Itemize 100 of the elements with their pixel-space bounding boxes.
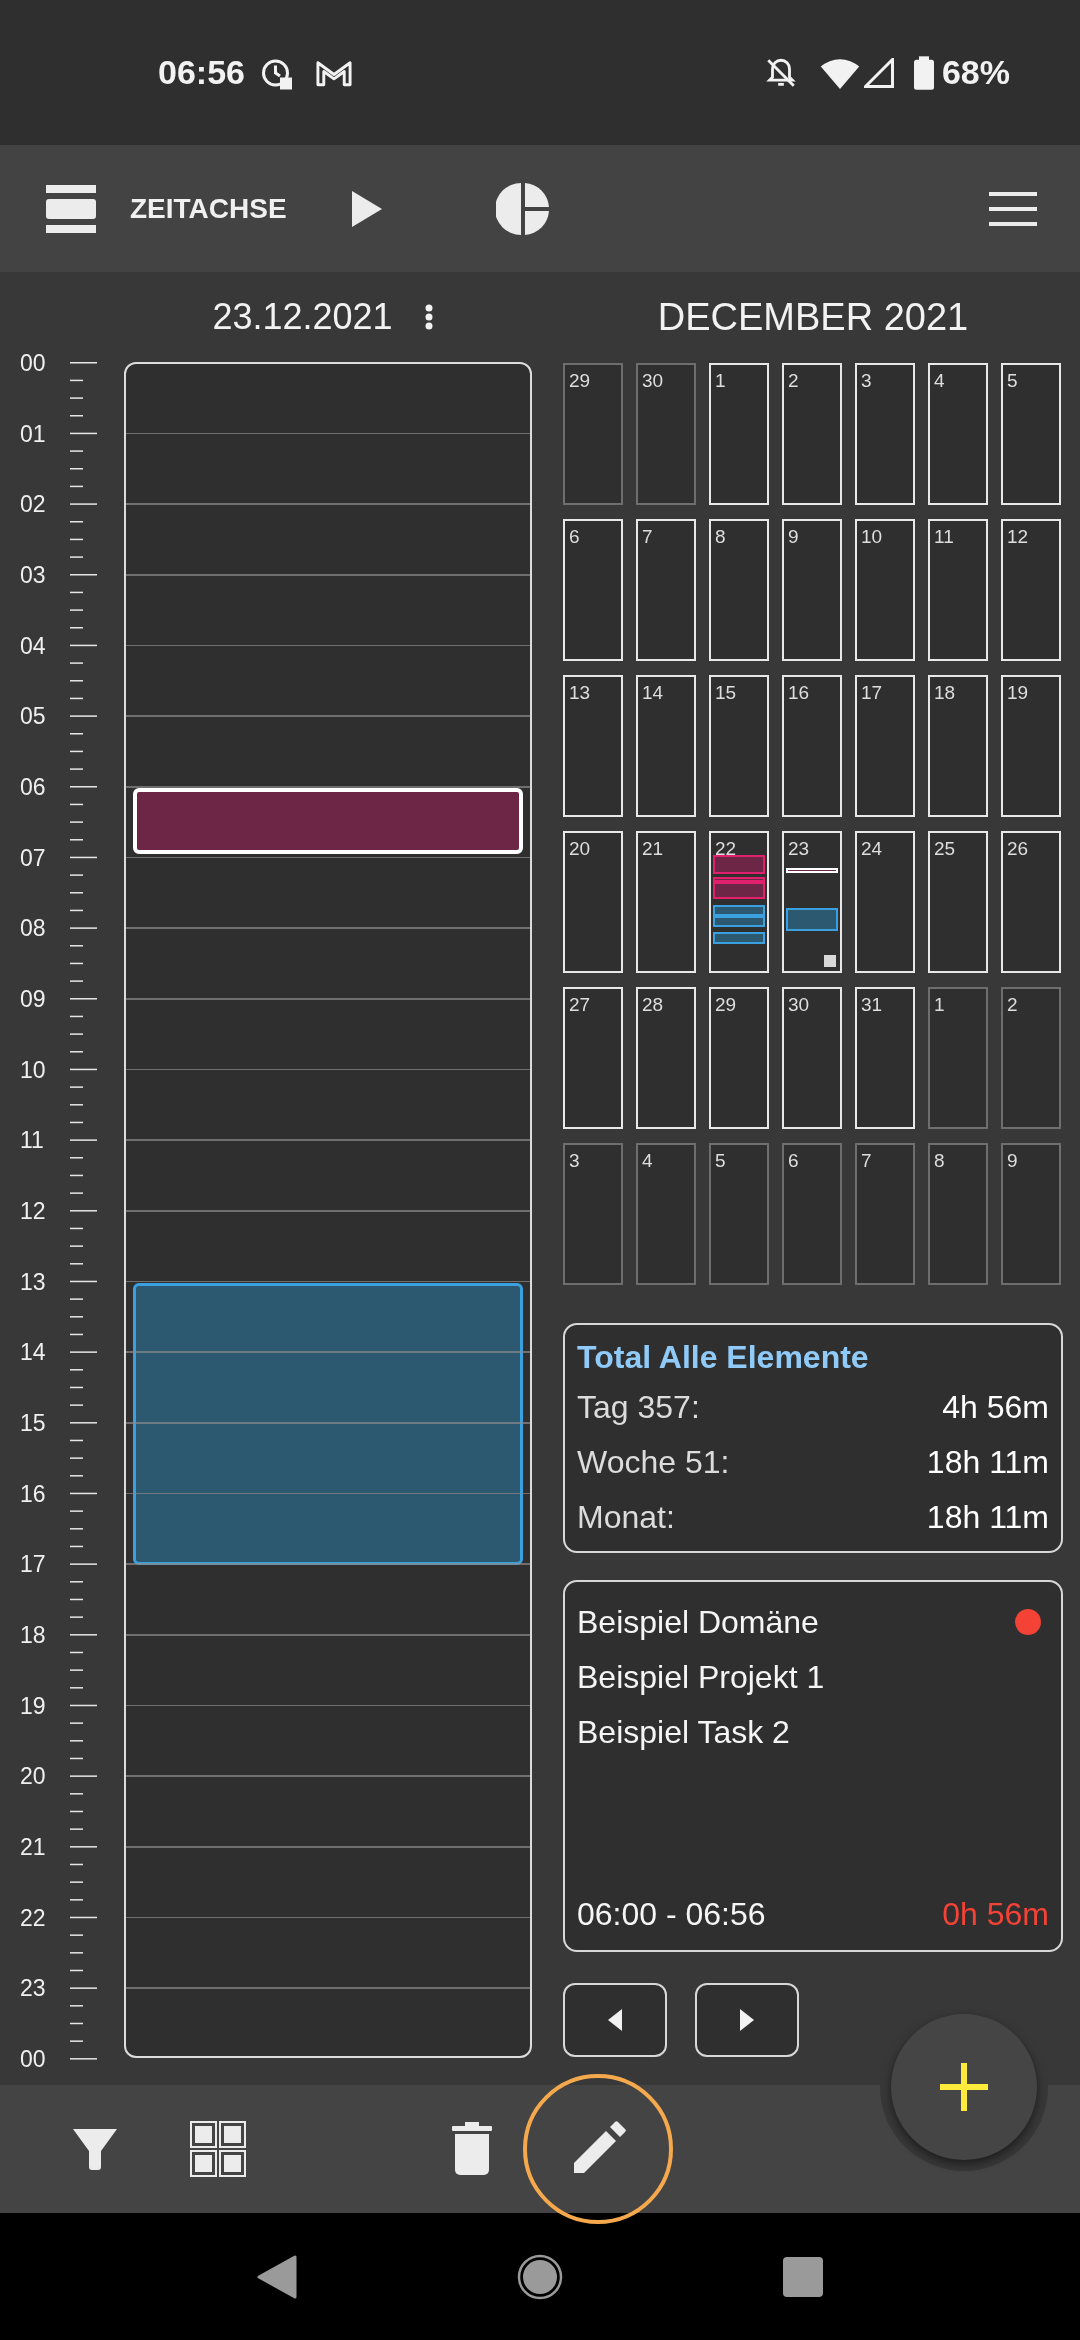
month-title: DECEMBER 2021 <box>657 294 969 340</box>
day-cell[interactable]: 3 <box>855 363 915 505</box>
hour-label: 14 <box>20 1339 46 1366</box>
day-cell[interactable]: 26 <box>1001 831 1061 973</box>
day-cell[interactable]: 24 <box>855 831 915 973</box>
entry-label: Beispiel Task 2 <box>577 1712 790 1752</box>
plus-icon <box>940 2063 988 2111</box>
day-number: 5 <box>715 1149 726 1173</box>
day-cell[interactable]: 5 <box>709 1143 769 1285</box>
day-number: 15 <box>715 681 737 705</box>
day-cell[interactable]: 7 <box>636 519 696 661</box>
day-number: 17 <box>861 681 883 705</box>
back-icon[interactable] <box>257 2254 297 2299</box>
day-cell[interactable]: 14 <box>636 675 696 817</box>
day-cell[interactable]: 15 <box>709 675 769 817</box>
home-icon[interactable] <box>517 2253 563 2300</box>
day-number: 2 <box>1007 993 1018 1017</box>
day-cell[interactable]: 7 <box>855 1143 915 1285</box>
hour-label: 05 <box>20 703 46 730</box>
day-cell[interactable]: 17 <box>855 675 915 817</box>
day-cell[interactable]: 21 <box>636 831 696 973</box>
clock-time: 06:56 <box>158 52 245 93</box>
day-cell[interactable]: 4 <box>636 1143 696 1285</box>
day-cell[interactable]: 29 <box>563 363 623 505</box>
day-number: 19 <box>1007 681 1029 705</box>
entry-card[interactable]: Beispiel Domäne Beispiel Projekt 1 Beispiel Task 2 06:00 - 06:56 0h 56m <box>563 1580 1063 1952</box>
hour-label: 11 <box>20 1127 44 1154</box>
day-cell[interactable]: 30 <box>636 363 696 505</box>
entry-label: Beispiel Projekt 1 <box>577 1657 825 1697</box>
day-cell[interactable]: 31 <box>855 987 915 1129</box>
day-number: 20 <box>569 837 591 861</box>
next-button[interactable] <box>695 1983 799 2057</box>
day-cell[interactable]: 19 <box>1001 675 1061 817</box>
battery-percent: 68% <box>941 52 1010 93</box>
entry-time-range: 06:00 - 06:56 <box>577 1895 766 1934</box>
day-cell[interactable]: 8 <box>709 519 769 661</box>
day-number: 8 <box>715 525 726 549</box>
day-number: 24 <box>861 837 883 861</box>
day-cell[interactable]: 25 <box>928 831 988 973</box>
hour-label: 04 <box>20 632 46 659</box>
day-number: 5 <box>1007 369 1018 393</box>
play-icon <box>351 190 382 227</box>
day-number: 10 <box>861 525 883 549</box>
recents-icon[interactable] <box>783 2256 823 2297</box>
day-number: 21 <box>642 837 664 861</box>
day-cell[interactable]: 13 <box>563 675 623 817</box>
day-cell[interactable]: 16 <box>782 675 842 817</box>
day-cell[interactable]: 3 <box>563 1143 623 1285</box>
hour-label: 20 <box>20 1763 46 1790</box>
hour-label: 21 <box>20 1834 46 1861</box>
day-number: 29 <box>569 369 591 393</box>
day-cell[interactable]: 6 <box>563 519 623 661</box>
battery-icon <box>913 55 934 90</box>
signal-icon <box>863 57 894 88</box>
more-options-icon[interactable] <box>424 304 433 330</box>
hour-label: 16 <box>20 1480 46 1507</box>
day-cell[interactable]: 2 <box>1001 987 1061 1129</box>
period-duration: 18h 11m <box>926 1442 1049 1482</box>
day-cell[interactable]: 18 <box>928 675 988 817</box>
day-cell[interactable]: 10 <box>855 519 915 661</box>
day-number: 31 <box>861 993 883 1017</box>
day-number: 12 <box>1007 525 1029 549</box>
hour-label: 00 <box>20 350 46 376</box>
day-number: 6 <box>788 1149 799 1173</box>
period-label: Monat: <box>577 1497 675 1537</box>
day-cell[interactable]: 4 <box>928 363 988 505</box>
day-cell[interactable]: 1 <box>709 363 769 505</box>
day-cell[interactable]: 28 <box>636 987 696 1129</box>
selected-date[interactable]: 23.12.2021 <box>212 290 393 344</box>
day-cell[interactable]: 22 <box>709 831 769 973</box>
hour-label: 17 <box>20 1551 46 1578</box>
day-cell[interactable]: 9 <box>782 519 842 661</box>
timeline-icon[interactable] <box>46 184 96 233</box>
day-cell[interactable]: 20 <box>563 831 623 973</box>
day-number: 16 <box>788 681 810 705</box>
day-number: 28 <box>642 993 664 1017</box>
day-number: 25 <box>934 837 956 861</box>
day-cell[interactable]: 6 <box>782 1143 842 1285</box>
day-cell[interactable]: 5 <box>1001 363 1061 505</box>
day-cell[interactable]: 30 <box>782 987 842 1129</box>
left-triangle-icon <box>608 2009 622 2031</box>
hour-label: 12 <box>20 1198 46 1225</box>
day-cell[interactable]: 27 <box>563 987 623 1129</box>
trash-icon <box>452 2122 492 2176</box>
day-cell[interactable]: 23 <box>782 831 842 973</box>
day-cell[interactable]: 8 <box>928 1143 988 1285</box>
hour-label: 02 <box>20 491 46 518</box>
day-number: 4 <box>642 1149 653 1173</box>
day-cell[interactable]: 9 <box>1001 1143 1061 1285</box>
hour-label: 06 <box>20 774 46 800</box>
day-cell[interactable]: 29 <box>709 987 769 1129</box>
hour-label: 01 <box>20 420 46 447</box>
day-cell[interactable]: 2 <box>782 363 842 505</box>
day-cell[interactable]: 11 <box>928 519 988 661</box>
day-number: 26 <box>1007 837 1029 861</box>
previous-button[interactable] <box>563 1983 667 2057</box>
day-cell[interactable]: 12 <box>1001 519 1061 661</box>
hour-label: 23 <box>20 1975 46 2002</box>
day-cell[interactable]: 1 <box>928 987 988 1129</box>
day-number: 7 <box>642 525 653 549</box>
